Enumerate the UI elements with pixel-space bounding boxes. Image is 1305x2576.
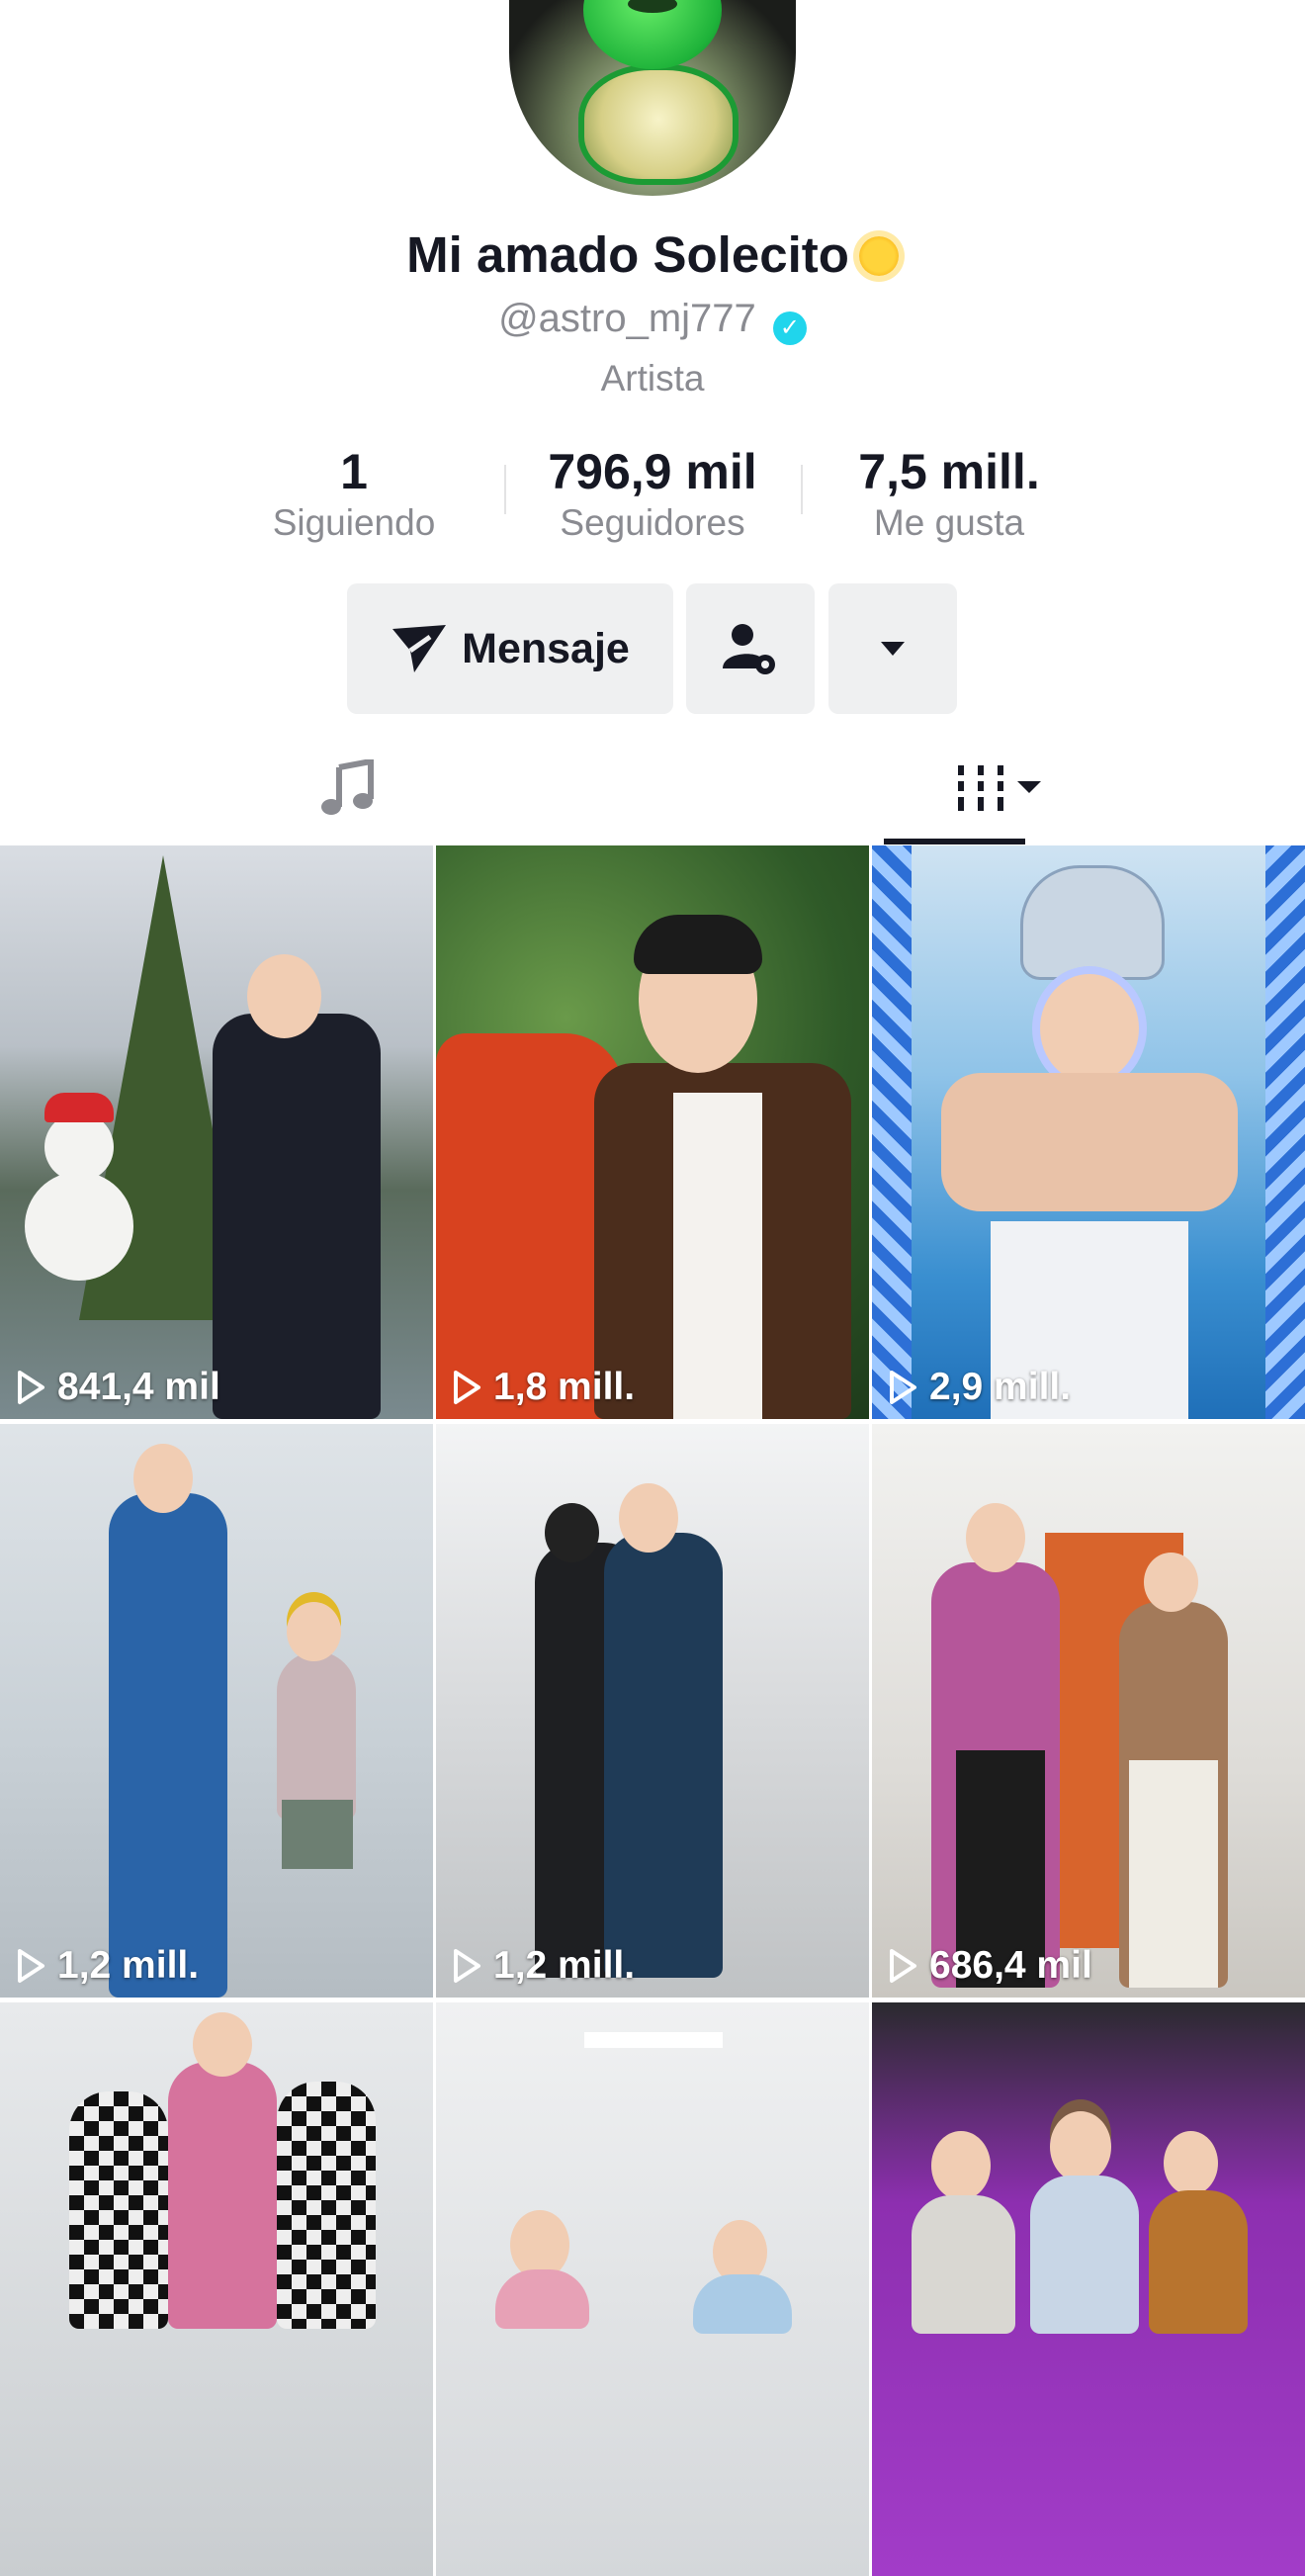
view-count-text: 1,2 mill. bbox=[493, 1944, 636, 1987]
video-thumbnail bbox=[872, 845, 1305, 1419]
profile-display-name: Mi amado Solecito bbox=[0, 225, 1305, 284]
person-settings-icon bbox=[723, 624, 775, 674]
video-thumbnail bbox=[872, 1424, 1305, 1998]
music-note-icon bbox=[320, 759, 374, 815]
stat-divider bbox=[801, 465, 803, 514]
video-tile[interactable]: 686,4 mil bbox=[872, 1424, 1305, 1998]
view-count-text: 841,4 mil bbox=[57, 1366, 220, 1408]
stat-likes-value: 7,5 mill. bbox=[858, 444, 1040, 499]
message-button-label: Mensaje bbox=[462, 624, 630, 672]
avatar-character-body bbox=[578, 64, 739, 185]
play-outline-icon bbox=[890, 1949, 916, 1983]
video-thumbnail bbox=[0, 1424, 433, 1998]
message-button[interactable]: Mensaje bbox=[347, 583, 673, 714]
play-outline-icon bbox=[18, 1949, 44, 1983]
video-thumbnail bbox=[436, 2002, 869, 2576]
view-count: 841,4 mil bbox=[16, 1366, 220, 1409]
stat-followers-value: 796,9 mil bbox=[548, 444, 757, 499]
stat-following[interactable]: 1 Siguiendo bbox=[206, 443, 502, 546]
follow-settings-button[interactable] bbox=[686, 583, 815, 714]
view-count: 1,2 mill. bbox=[16, 1944, 199, 1988]
video-thumbnail bbox=[0, 845, 433, 1419]
sun-emoji-icon bbox=[858, 236, 899, 276]
view-count: 686,4 mil bbox=[888, 1944, 1092, 1988]
play-outline-icon bbox=[454, 1949, 480, 1983]
tab-music[interactable] bbox=[0, 732, 697, 846]
view-count: 2,9 mill. bbox=[888, 1366, 1071, 1409]
profile-username: @astro_mj777 bbox=[498, 297, 756, 340]
stat-likes-label: Me gusta bbox=[873, 502, 1025, 543]
video-tile[interactable] bbox=[872, 2002, 1305, 2576]
view-count-text: 1,2 mill. bbox=[57, 1944, 200, 1987]
view-count: 1,2 mill. bbox=[452, 1944, 635, 1988]
view-count-text: 1,8 mill. bbox=[493, 1366, 636, 1408]
video-thumbnail bbox=[872, 2002, 1305, 2576]
profile-stats: 1 Siguiendo 796,9 mil Seguidores 7,5 mil… bbox=[0, 443, 1305, 552]
view-count-text: 686,4 mil bbox=[929, 1944, 1092, 1987]
video-thumbnail bbox=[436, 845, 869, 1419]
profile-avatar[interactable] bbox=[509, 0, 796, 196]
video-tile[interactable]: 1,2 mill. bbox=[0, 1424, 433, 1998]
video-tile[interactable] bbox=[0, 2002, 433, 2576]
play-outline-icon bbox=[454, 1371, 480, 1404]
stat-followers-label: Seguidores bbox=[560, 502, 745, 543]
caret-down-icon bbox=[881, 642, 905, 656]
display-name-text: Mi amado Solecito bbox=[406, 226, 849, 283]
video-tile[interactable]: 2,9 mill. bbox=[872, 845, 1305, 1419]
stat-following-label: Siguiendo bbox=[272, 502, 436, 543]
video-thumbnail bbox=[436, 1424, 869, 1998]
video-grid: 841,4 mil 1,8 mill. 2,9 mill. 1,2 mill. … bbox=[0, 845, 1305, 2576]
video-thumbnail bbox=[0, 2002, 433, 2576]
send-icon bbox=[392, 625, 447, 672]
active-tab-indicator bbox=[884, 839, 1025, 844]
video-tile[interactable] bbox=[436, 2002, 869, 2576]
stat-following-value: 1 bbox=[340, 444, 368, 499]
more-options-button[interactable] bbox=[828, 583, 957, 714]
play-outline-icon bbox=[18, 1371, 44, 1404]
video-tile[interactable]: 841,4 mil bbox=[0, 845, 433, 1419]
stat-likes[interactable]: 7,5 mill. Me gusta bbox=[801, 443, 1097, 546]
profile-tabs bbox=[0, 732, 1305, 846]
verified-check-icon: ✓ bbox=[772, 311, 807, 345]
videos-grid-filter-icon bbox=[957, 765, 1041, 811]
stat-followers[interactable]: 796,9 mil Seguidores bbox=[504, 443, 801, 546]
play-outline-icon bbox=[890, 1371, 916, 1404]
profile-category: Artista bbox=[600, 358, 705, 399]
tab-videos[interactable] bbox=[697, 732, 1305, 846]
profile-username-row: @astro_mj777 ✓ bbox=[0, 297, 1305, 345]
video-tile[interactable]: 1,2 mill. bbox=[436, 1424, 869, 1998]
video-tile[interactable]: 1,8 mill. bbox=[436, 845, 869, 1419]
view-count: 1,8 mill. bbox=[452, 1366, 635, 1409]
view-count-text: 2,9 mill. bbox=[929, 1366, 1072, 1408]
stat-divider bbox=[504, 465, 506, 514]
